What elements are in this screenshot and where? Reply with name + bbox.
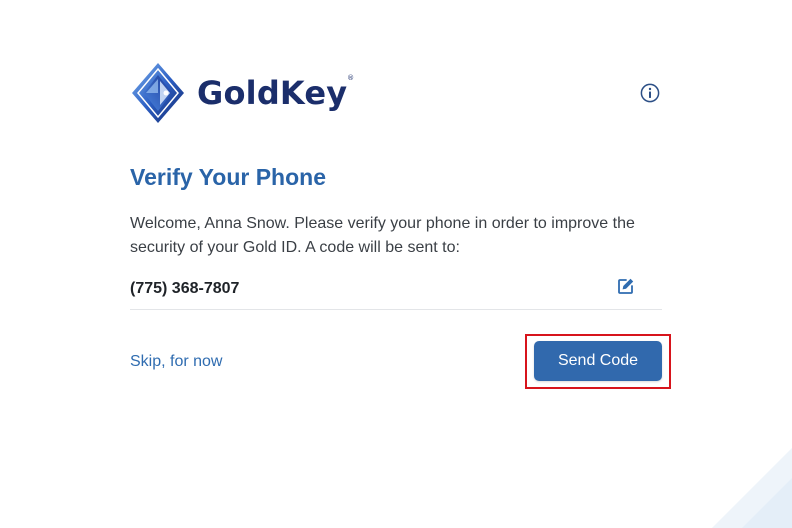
corner-decoration <box>712 448 792 528</box>
phone-number: (775) 368-7807 <box>130 280 240 297</box>
skip-for-now-link[interactable]: Skip, for now <box>130 352 222 372</box>
logo-wordmark: GoldKey ® <box>197 74 354 112</box>
edit-icon[interactable] <box>617 277 635 295</box>
verify-phone-page: GoldKey ® Verify Your Phone Welcome, Anna… <box>0 0 792 528</box>
logo-name: GoldKey <box>197 74 348 112</box>
info-circle-icon[interactable] <box>640 83 660 103</box>
send-code-button[interactable]: Send Code <box>534 341 662 381</box>
goldkey-diamond-icon <box>132 63 184 123</box>
verify-message: Welcome, Anna Snow. Please verify your p… <box>130 215 635 256</box>
divider <box>130 309 662 310</box>
goldkey-logo: GoldKey ® <box>130 61 354 125</box>
page-title: Verify Your Phone <box>130 164 326 190</box>
registered-mark: ® <box>347 74 355 82</box>
